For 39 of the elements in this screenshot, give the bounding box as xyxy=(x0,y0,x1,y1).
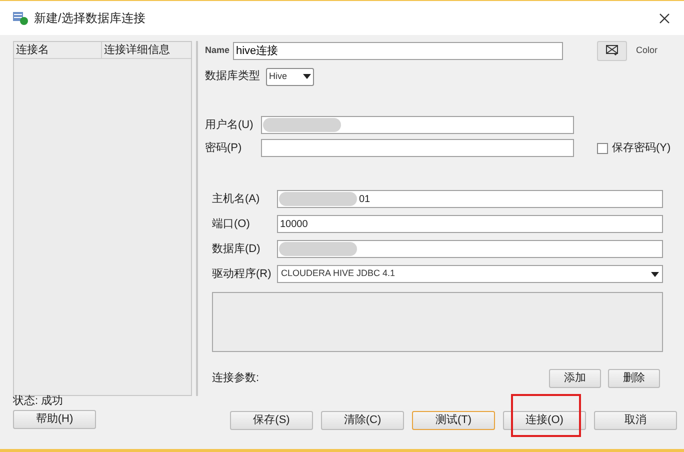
field-label: Name xyxy=(205,44,231,57)
parameters-area[interactable] xyxy=(212,292,663,352)
close-icon[interactable] xyxy=(659,12,670,24)
dialog-button[interactable]: 删除 xyxy=(608,369,660,388)
dialog-button[interactable]: 添加 xyxy=(549,369,601,388)
field-label: 端口(O) xyxy=(212,216,251,232)
field-label: 驱动程序(R) xyxy=(212,266,272,282)
input-field[interactable]: 10000 xyxy=(277,215,663,233)
dialog-button[interactable]: 清除(C) xyxy=(321,410,404,430)
column-header[interactable]: 连接名 xyxy=(14,42,102,58)
field-label: 密码(P) xyxy=(205,140,243,156)
color-button[interactable] xyxy=(597,40,627,60)
field-label: 用户名(U) xyxy=(205,118,254,133)
params-label: 连接参数: xyxy=(212,370,260,386)
envelope-icon xyxy=(606,45,618,56)
dialog-button[interactable]: 连接(O) xyxy=(503,410,586,430)
input-field[interactable] xyxy=(277,240,663,258)
dropdown[interactable]: Hive xyxy=(266,68,314,86)
input-field[interactable]: 01 xyxy=(277,190,663,208)
caret-icon xyxy=(651,272,659,276)
field-label: 主机名(A) xyxy=(212,192,261,207)
input-field[interactable] xyxy=(261,116,574,134)
dialog-button[interactable]: 保存(S) xyxy=(230,410,313,430)
input-field[interactable] xyxy=(261,139,574,157)
checkbox-label: 保存密码(Y) xyxy=(612,140,671,156)
caret-icon xyxy=(303,74,311,79)
field-label: 数据库类型 xyxy=(205,68,261,84)
color-label: Color xyxy=(636,44,658,57)
window-title: 新建/选择数据库连接 xyxy=(34,10,146,27)
checkbox[interactable] xyxy=(597,142,608,154)
status-text: 状态: 成功 xyxy=(13,394,64,409)
dialog-button[interactable]: 测试(T) xyxy=(412,410,495,430)
dropdown[interactable]: CLOUDERA HIVE JDBC 4.1 xyxy=(277,265,663,283)
dialog-button[interactable]: 帮助(H) xyxy=(13,410,96,428)
input-field[interactable]: hive连接 xyxy=(233,42,563,60)
column-header[interactable]: 连接详细信息 xyxy=(102,42,191,58)
dialog-button[interactable]: 取消 xyxy=(594,410,677,430)
field-label: 数据库(D) xyxy=(212,242,262,257)
database-icon xyxy=(12,11,28,25)
